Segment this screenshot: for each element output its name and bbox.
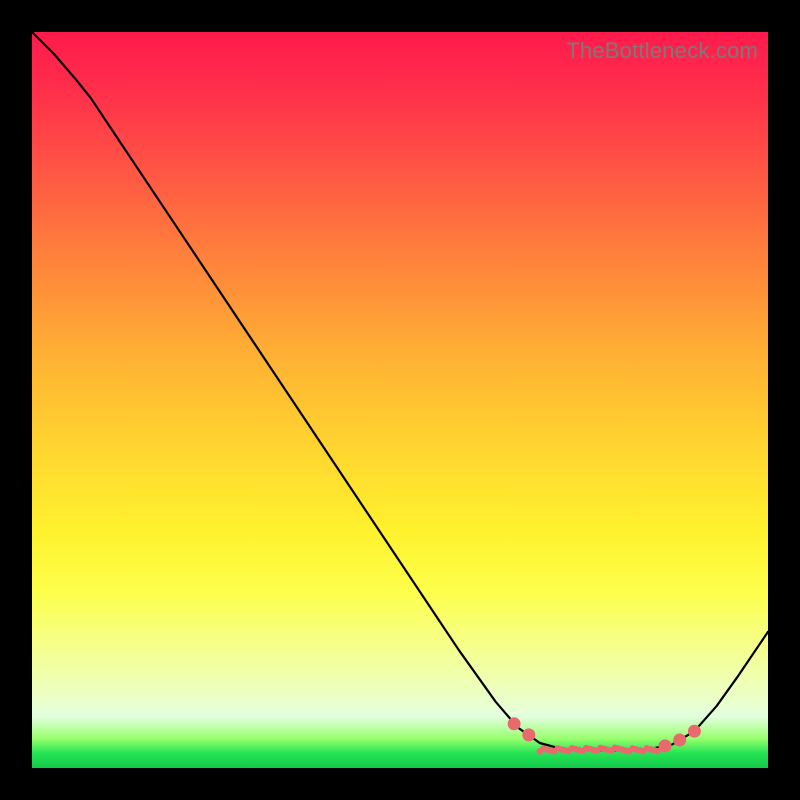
curve-marker-dot (673, 734, 686, 747)
bottleneck-curve (32, 32, 768, 750)
valley-scatter-dot (654, 748, 661, 755)
curve-layer (32, 32, 768, 768)
plot-area: TheBottleneck.com (32, 32, 768, 768)
curve-marker-dot (522, 728, 535, 741)
chart-frame: TheBottleneck.com (0, 0, 800, 800)
curve-marker-dot (508, 717, 521, 730)
curve-marker-dot (688, 725, 701, 738)
